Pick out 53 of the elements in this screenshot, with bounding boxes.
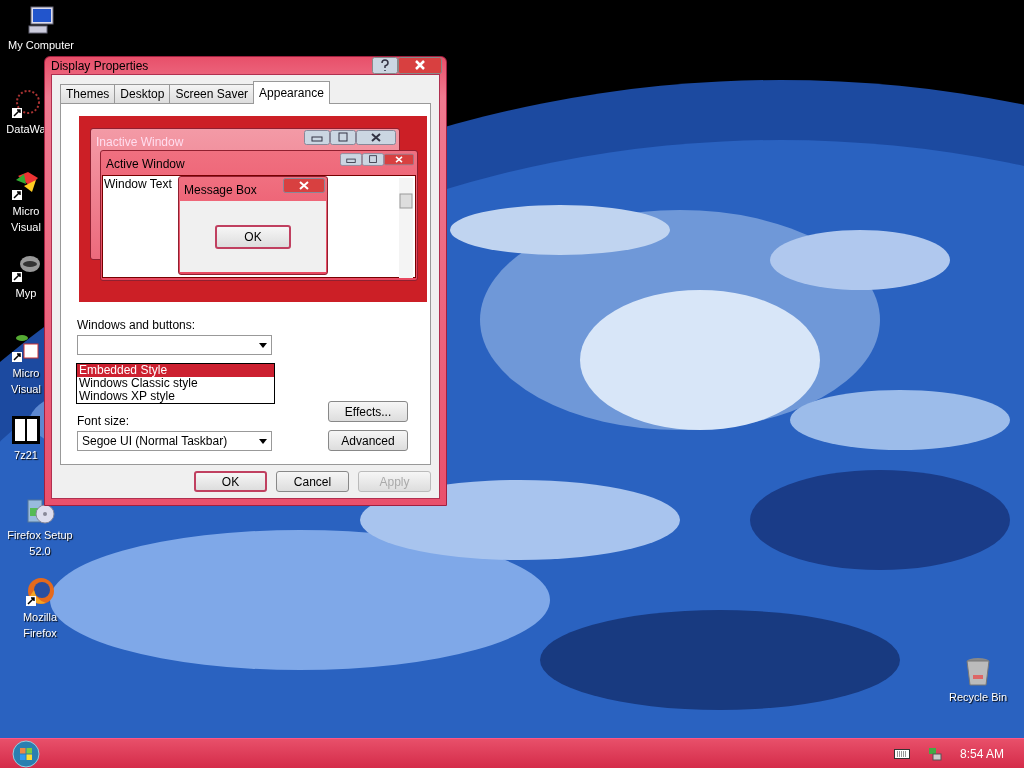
computer-icon[interactable]: [25, 4, 57, 36]
icon-label: 52.0: [29, 545, 51, 558]
tab[interactable]: Screen Saver: [169, 84, 255, 103]
dropdown-option[interactable]: Embedded Style: [77, 364, 274, 377]
icon-label: Micro: [12, 367, 40, 380]
firefox-icon[interactable]: [24, 576, 56, 608]
window-title: Message Box: [184, 183, 257, 197]
style-dropdown[interactable]: [77, 335, 272, 355]
tab[interactable]: Appearance: [253, 81, 330, 104]
window-title: Inactive Window: [96, 135, 184, 149]
icon-label: Mozilla: [22, 611, 58, 624]
window-title: Active Window: [106, 157, 185, 171]
icon-label: My Computer: [8, 39, 74, 52]
ok-button[interactable]: OK: [215, 224, 291, 249]
web-icon[interactable]: [10, 88, 42, 120]
panel-button[interactable]: Effects...: [328, 401, 408, 422]
close-icon[interactable]: [398, 57, 442, 74]
dropdown-option[interactable]: Windows XP style: [77, 390, 274, 403]
icon-label: Visual: [11, 221, 41, 234]
start-button[interactable]: [12, 740, 40, 768]
icon-label: Myp: [15, 287, 37, 300]
tab[interactable]: Themes: [60, 84, 116, 103]
dropdown-option[interactable]: Windows Classic style: [77, 377, 274, 390]
field-label: Font size:: [77, 414, 131, 428]
maximize-icon: [362, 152, 384, 167]
icon-label: Firefox Setup: [7, 529, 73, 542]
close-icon: [283, 178, 325, 193]
minimize-icon: [340, 152, 362, 167]
field-label: Windows and buttons:: [77, 318, 197, 332]
icon-label: Firefox: [23, 627, 57, 640]
caret-icon: [259, 342, 267, 348]
icon-label: Visual: [11, 383, 41, 396]
panel-button[interactable]: Advanced: [328, 430, 408, 451]
maximize-icon: [330, 130, 356, 145]
icon-label: DataWa: [6, 123, 46, 136]
help-icon[interactable]: [372, 57, 398, 74]
close-icon: [384, 152, 414, 167]
tab[interactable]: Desktop: [114, 84, 171, 103]
icon-label: 7z21: [14, 449, 38, 462]
keyboard-icon[interactable]: [893, 749, 910, 759]
dialog-button[interactable]: OK: [194, 471, 267, 492]
network-icon[interactable]: [927, 746, 942, 762]
clock[interactable]: 8:54 AM: [959, 747, 1004, 761]
caret-icon: [259, 438, 267, 444]
minimize-icon: [304, 130, 330, 145]
window-text: Window Text: [104, 177, 172, 191]
archive-icon[interactable]: [10, 414, 42, 446]
dialog-button[interactable]: Cancel: [276, 471, 349, 492]
close-icon: [356, 130, 396, 145]
window-title: Display Properties: [51, 58, 149, 73]
icon-label: Recycle Bin: [948, 691, 1008, 704]
icon-label: Micro: [12, 205, 40, 218]
font-size-dropdown[interactable]: Segoe UI (Normal Taskbar): [77, 431, 272, 451]
